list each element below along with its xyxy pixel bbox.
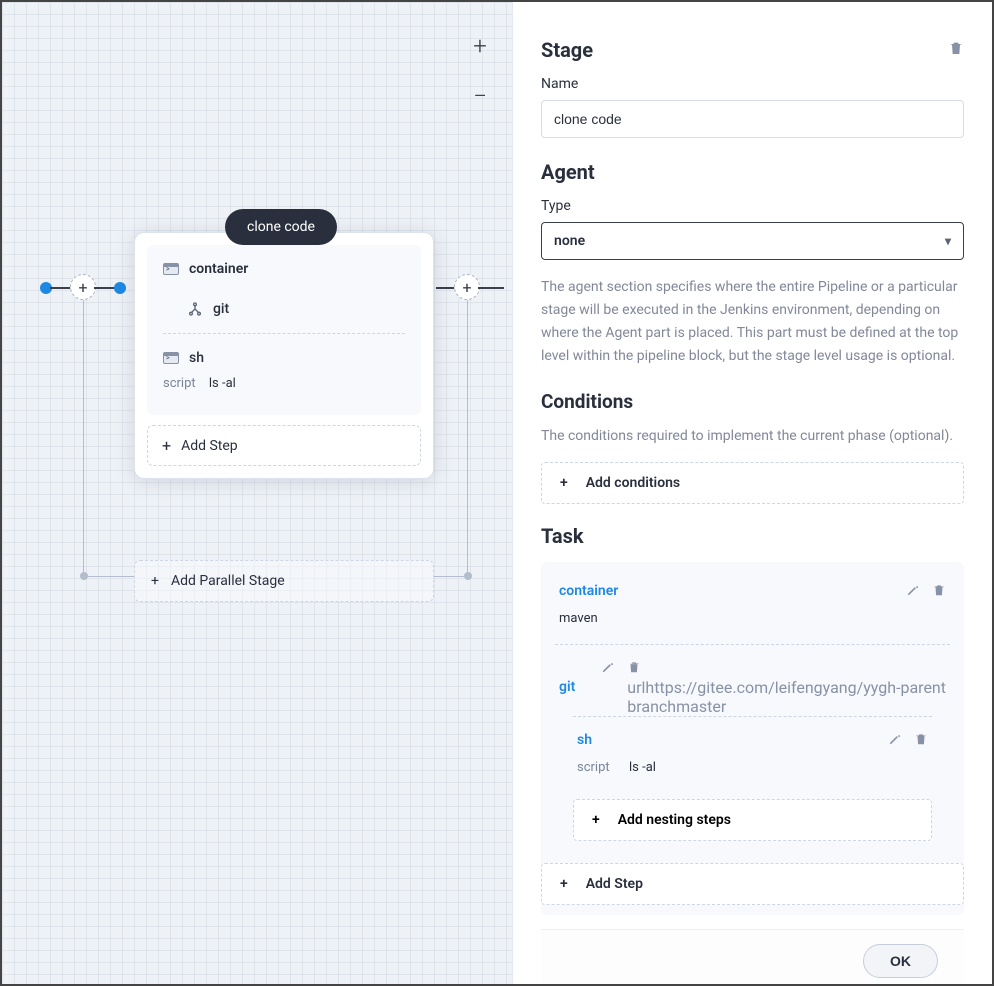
add-conditions-label: Add conditions: [586, 475, 680, 491]
agent-heading: Agent: [541, 160, 964, 184]
task-name: sh: [577, 732, 592, 748]
delete-task-button[interactable]: [932, 582, 946, 601]
task-item[interactable]: container maven: [541, 568, 964, 644]
stage-heading: Stage: [541, 38, 964, 62]
task-param-value: maven: [559, 611, 598, 626]
task-name: container: [559, 583, 618, 599]
step-param: script ls -al: [163, 376, 405, 391]
delete-stage-button[interactable]: [948, 40, 964, 60]
stage-pill-label: clone code: [247, 219, 315, 235]
plus-icon: +: [592, 812, 600, 828]
step-name: container: [189, 261, 248, 277]
task-name: git: [559, 679, 575, 695]
add-step-button[interactable]: + Add Step: [147, 425, 421, 466]
zoom-in-button[interactable]: +: [473, 34, 487, 58]
add-nesting-label: Add nesting steps: [618, 812, 731, 828]
vline: [83, 300, 84, 572]
stage-card[interactable]: container git sh: [134, 232, 434, 479]
add-step-panel-button[interactable]: + Add Step: [541, 863, 964, 905]
param-value: ls -al: [629, 760, 656, 775]
stage-name-input[interactable]: [541, 100, 964, 138]
agent-help-text: The agent section specifies where the en…: [541, 276, 964, 368]
plus-icon: +: [560, 876, 568, 892]
name-label: Name: [541, 76, 964, 92]
param-value: master: [676, 697, 726, 716]
connector: [478, 287, 504, 289]
terminal-icon: [163, 350, 179, 366]
add-stage-before[interactable]: +: [70, 274, 96, 300]
pipeline-canvas[interactable]: + − + + clone code container: [2, 2, 512, 984]
param-key: branch: [627, 697, 676, 716]
conditions-heading: Conditions: [541, 390, 633, 413]
conditions-subtext: The conditions required to implement the…: [541, 425, 953, 447]
task-list: container maven git: [541, 562, 964, 915]
connector: [94, 287, 116, 289]
step-name: git: [213, 301, 229, 317]
edit-task-button[interactable]: [601, 659, 615, 716]
delete-task-button[interactable]: urlhttps://gitee.com/leifengyang/yygh-pa…: [627, 659, 946, 716]
step-name: sh: [189, 350, 204, 366]
vline: [467, 300, 468, 572]
add-parallel-label: Add Parallel Stage: [171, 573, 285, 589]
steps-list: container git sh: [147, 245, 421, 415]
select-value: none: [554, 233, 585, 249]
delete-task-button[interactable]: [914, 731, 928, 750]
step-sh[interactable]: sh script ls -al: [147, 338, 421, 403]
panel-footer: OK: [541, 929, 964, 984]
param-value: https://gitee.com/leifengyang/yygh-paren…: [645, 678, 946, 697]
separator: [163, 333, 405, 334]
add-step-panel-label: Add Step: [586, 876, 643, 892]
connector: [434, 576, 464, 577]
task-item[interactable]: sh scriptls -al: [559, 717, 946, 793]
ok-button[interactable]: OK: [863, 944, 938, 978]
git-icon: [187, 301, 203, 317]
terminal-icon: [163, 261, 179, 277]
zoom-out-button[interactable]: −: [473, 84, 487, 108]
type-label: Type: [541, 198, 964, 214]
edit-task-button[interactable]: [906, 582, 920, 601]
add-stage-after[interactable]: +: [454, 274, 480, 300]
plus-icon: +: [151, 573, 159, 589]
task-heading: Task: [541, 524, 964, 548]
add-parallel-stage-button[interactable]: + Add Parallel Stage: [134, 560, 434, 602]
zoom-controls: + −: [473, 34, 487, 108]
step-container[interactable]: container: [147, 249, 421, 289]
node-dot: [114, 282, 126, 294]
plus-icon: +: [560, 475, 568, 491]
agent-type-select[interactable]: none ▾: [541, 222, 964, 260]
param-key: url: [627, 678, 645, 697]
vdot: [464, 572, 472, 580]
add-nesting-steps-button[interactable]: + Add nesting steps: [573, 799, 932, 841]
plus-icon: +: [162, 436, 171, 455]
stage-editor-panel: Stage Name Agent Type none ▾ The agent s…: [512, 2, 992, 984]
task-item[interactable]: git urlhttps://gitee.com/leifengyang/yyg…: [541, 645, 964, 863]
step-git[interactable]: git: [147, 289, 421, 329]
add-conditions-button[interactable]: + Add conditions: [541, 462, 964, 504]
connector: [86, 576, 134, 577]
stage-pill[interactable]: clone code: [225, 209, 337, 245]
edit-task-button[interactable]: [888, 731, 902, 750]
param-key: script: [577, 760, 629, 775]
chevron-down-icon: ▾: [945, 234, 951, 248]
add-step-label: Add Step: [181, 438, 238, 454]
